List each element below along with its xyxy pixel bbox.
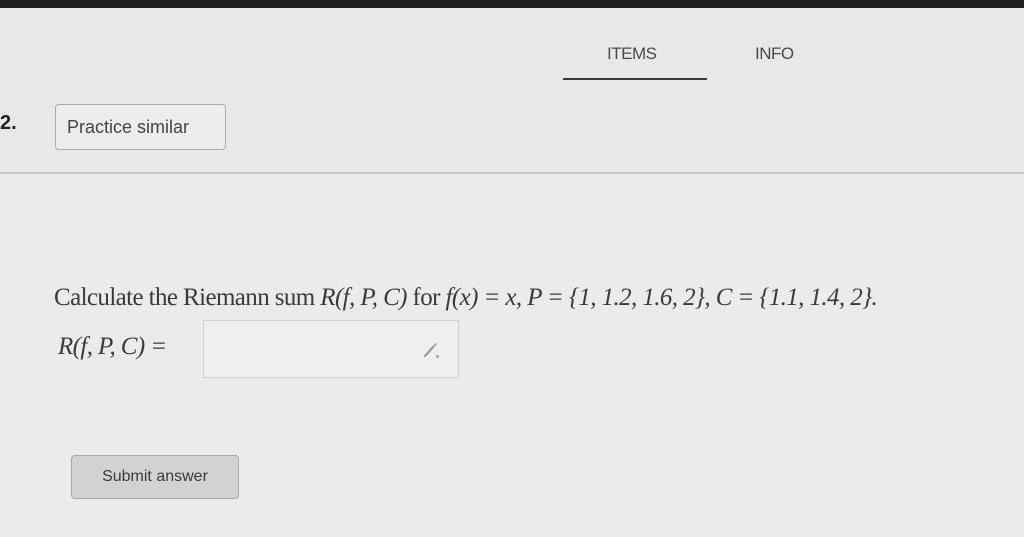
question-prefix: Calculate the Riemann sum — [54, 284, 321, 311]
answer-input[interactable] — [203, 320, 459, 378]
question-number: 2. — [0, 112, 17, 134]
riemann-sum-expression: R(f, P, C) — [320, 284, 407, 311]
tab-info[interactable]: INFO — [755, 44, 794, 64]
question-for-word: for — [406, 284, 446, 311]
tab-active-indicator — [563, 78, 707, 80]
top-bar — [0, 0, 1024, 8]
answer-label: R(f, P, C) = — [58, 333, 167, 360]
tags-expression: , C = {1.1, 1.4, 2}. — [704, 284, 878, 311]
submit-answer-button[interactable]: Submit answer — [71, 455, 239, 499]
function-expression: f(x) = x — [445, 284, 517, 311]
question-text: Calculate the Riemann sum R(f, P, C) for… — [54, 284, 1019, 312]
pencil-icon[interactable] — [420, 339, 442, 361]
practice-similar-button[interactable]: Practice similar — [55, 104, 226, 150]
partition-expression: , P = {1, 1.2, 1.6, 2} — [515, 284, 705, 311]
header-area: ITEMS INFO 2. Practice similar — [0, 8, 1024, 174]
tab-items[interactable]: ITEMS — [607, 44, 657, 64]
